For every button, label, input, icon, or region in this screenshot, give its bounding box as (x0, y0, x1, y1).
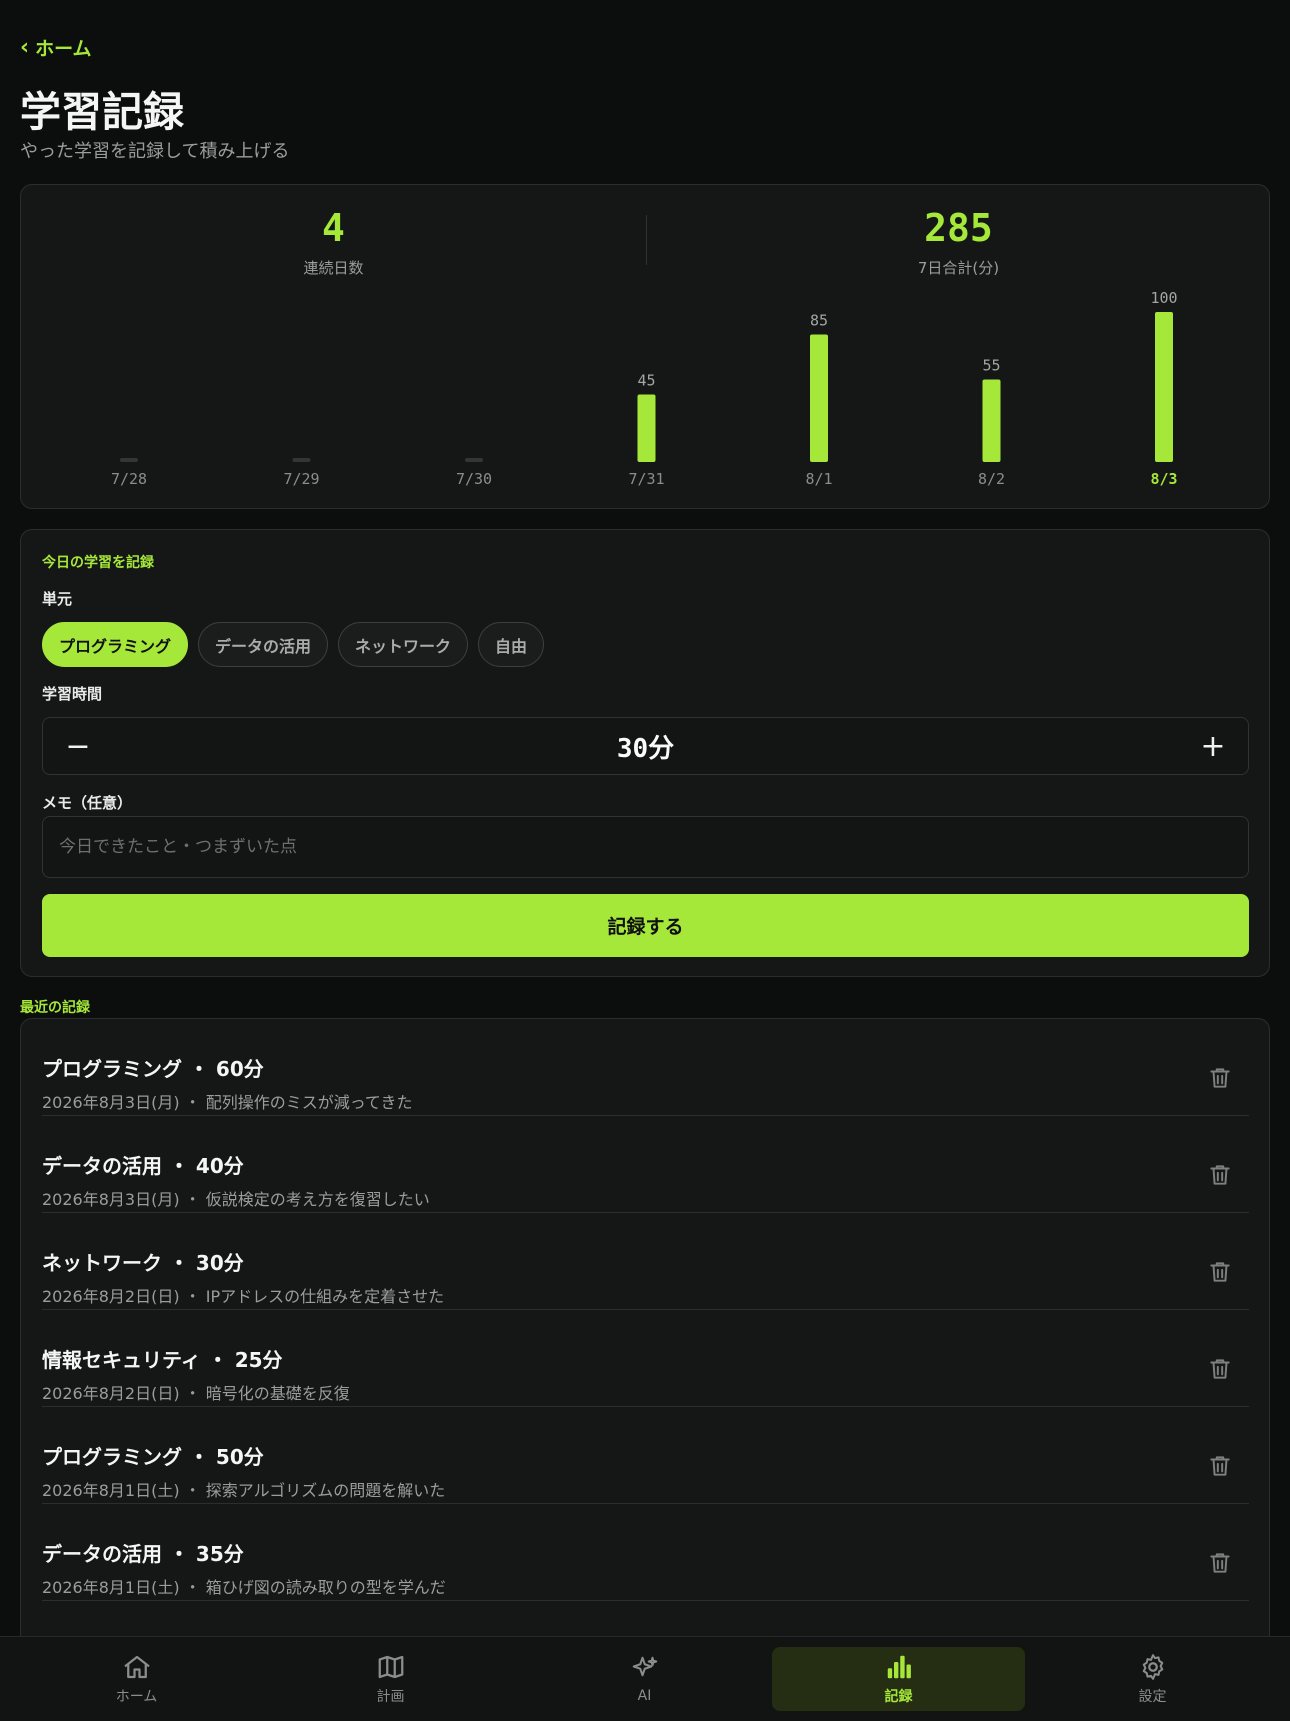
trash-icon[interactable] (1207, 1065, 1233, 1091)
study-log-page: ‹ ホーム 学習記録 やった学習を記録して積み上げる 4 連続日数 285 7日… (0, 0, 1290, 1721)
chart-data-label: 55 (982, 357, 1000, 375)
tab-records[interactable]: 記録 (772, 1647, 1025, 1711)
unit-chip-group: プログラミング データの活用 ネットワーク 自由 (42, 622, 545, 667)
tab-ai[interactable]: AI (518, 1647, 771, 1711)
page-subtitle: やった学習を記録して積み上げる (20, 141, 290, 162)
chart-tick-label: 8/2 (978, 470, 1005, 488)
gear-icon (1142, 1654, 1163, 1680)
page-title: 学習記録 (20, 88, 184, 136)
tab-plan[interactable]: 計画 (264, 1647, 517, 1711)
chart-bar (637, 394, 656, 462)
trash-icon[interactable] (1207, 1162, 1233, 1188)
chart-bar (465, 458, 483, 462)
chart-data-label: 100 (1150, 289, 1177, 307)
recent-records-card: プログラミング ・ 60分 2026年8月3日(月) ・ 配列操作のミスが減って… (20, 1018, 1270, 1721)
unit-chip-data[interactable]: データの活用 (198, 622, 329, 667)
chart-tick-label: 7/29 (283, 470, 319, 488)
record-item: データの活用 ・ 35分 2026年8月1日(土) ・ 箱ひげ図の読み取りの型を… (42, 1504, 1249, 1601)
sparkles-icon (632, 1656, 657, 1677)
chart-bar (1155, 312, 1173, 462)
chart-tick-label: 7/31 (628, 470, 664, 488)
record-meta: 2026年8月2日(日) ・ IPアドレスの仕組みを定着させた (42, 1287, 445, 1306)
unit-label: 単元 (42, 590, 73, 608)
chart-bar (120, 458, 138, 462)
record-item: 情報セキュリティ ・ 25分 2026年8月2日(日) ・ 暗号化の基礎を反復 (42, 1310, 1249, 1407)
record-item: データの活用 ・ 40分 2026年8月3日(月) ・ 仮説検定の考え方を復習し… (42, 1116, 1249, 1213)
trash-icon[interactable] (1207, 1453, 1233, 1479)
chart-data-label: 85 (810, 312, 828, 330)
record-item: プログラミング ・ 50分 2026年8月1日(土) ・ 探索アルゴリズムの問題… (42, 1407, 1249, 1504)
unit-chip-programming[interactable]: プログラミング (42, 622, 189, 667)
memo-input[interactable] (42, 816, 1249, 878)
back-link-label: ホーム (35, 38, 92, 60)
bar-chart-icon (887, 1655, 911, 1679)
tab-home-label: ホーム (115, 1689, 158, 1705)
tab-records-label: 記録 (884, 1689, 913, 1705)
record-meta: 2026年8月1日(土) ・ 探索アルゴリズムの問題を解いた (42, 1481, 446, 1500)
chart-tick-label: 7/28 (111, 470, 147, 488)
record-title: 情報セキュリティ ・ 25分 (42, 1348, 283, 1372)
weekly-stats-card: 4 連続日数 285 7日合計(分) 7/28 7/29 7/30 45 7/31 85 8… (20, 184, 1270, 509)
trash-icon[interactable] (1207, 1356, 1233, 1382)
record-meta: 2026年8月3日(月) ・ 配列操作のミスが減ってきた (42, 1093, 413, 1112)
tab-plan-label: 計画 (376, 1689, 405, 1705)
chart-bar (810, 334, 828, 462)
chart-data-label: 45 (637, 372, 655, 390)
recent-section-title: 最近の記録 (20, 1000, 90, 1016)
bottom-tab-bar: ホーム 計画 AI 記録 設定 (0, 1636, 1290, 1721)
tab-settings[interactable]: 設定 (1026, 1647, 1279, 1711)
record-meta: 2026年8月1日(土) ・ 箱ひげ図の読み取りの型を学んだ (42, 1578, 446, 1597)
record-title: プログラミング ・ 60分 (42, 1057, 264, 1081)
unit-chip-free[interactable]: 自由 (478, 622, 545, 667)
map-icon (378, 1655, 403, 1679)
increase-time-button[interactable]: + (1178, 718, 1248, 774)
chart-bar (982, 379, 1001, 462)
tab-ai-label: AI (637, 1688, 652, 1704)
chart-tick-label: 8/1 (805, 470, 832, 488)
chart-bar (292, 458, 311, 462)
tab-home[interactable]: ホーム (10, 1647, 263, 1711)
form-section-title: 今日の学習を記録 (42, 555, 154, 571)
home-icon (124, 1655, 149, 1679)
record-meta: 2026年8月3日(月) ・ 仮説検定の考え方を復習したい (42, 1190, 430, 1209)
weekly-bar-chart: 7/28 7/29 7/30 45 7/31 85 8/1 55 8/2 100 8/3 (111, 289, 1178, 488)
record-title: データの活用 ・ 40分 (42, 1154, 244, 1178)
record-item: プログラミング ・ 60分 2026年8月3日(月) ・ 配列操作のミスが減って… (42, 1019, 1249, 1116)
record-title: プログラミング ・ 50分 (42, 1445, 264, 1469)
trash-icon[interactable] (1207, 1259, 1233, 1285)
record-title: データの活用 ・ 35分 (42, 1542, 244, 1566)
unit-chip-network[interactable]: ネットワーク (338, 622, 469, 667)
record-meta: 2026年8月2日(日) ・ 暗号化の基礎を反復 (42, 1384, 350, 1403)
time-label: 学習時間 (42, 685, 103, 703)
decrease-time-button[interactable]: − (43, 718, 113, 774)
trash-icon[interactable] (1207, 1550, 1233, 1576)
chevron-left-icon: ‹ (20, 34, 30, 60)
record-item: ネットワーク ・ 30分 2026年8月2日(日) ・ IPアドレスの仕組みを定… (42, 1213, 1249, 1310)
record-title: ネットワーク ・ 30分 (42, 1251, 244, 1275)
record-form-card: 今日の学習を記録 単元 プログラミング データの活用 ネットワーク 自由 学習時… (20, 529, 1270, 977)
chart-tick-label: 7/30 (456, 470, 492, 488)
back-home-link[interactable]: ‹ ホーム (20, 34, 92, 61)
time-value: 30分 (616, 733, 675, 764)
chart-tick-label: 8/3 (1150, 470, 1177, 488)
time-stepper: 30分 − + (42, 717, 1249, 775)
tab-settings-label: 設定 (1138, 1689, 1167, 1705)
memo-label: メモ（任意） (42, 794, 133, 812)
submit-record-button[interactable]: 記録する (42, 894, 1249, 957)
